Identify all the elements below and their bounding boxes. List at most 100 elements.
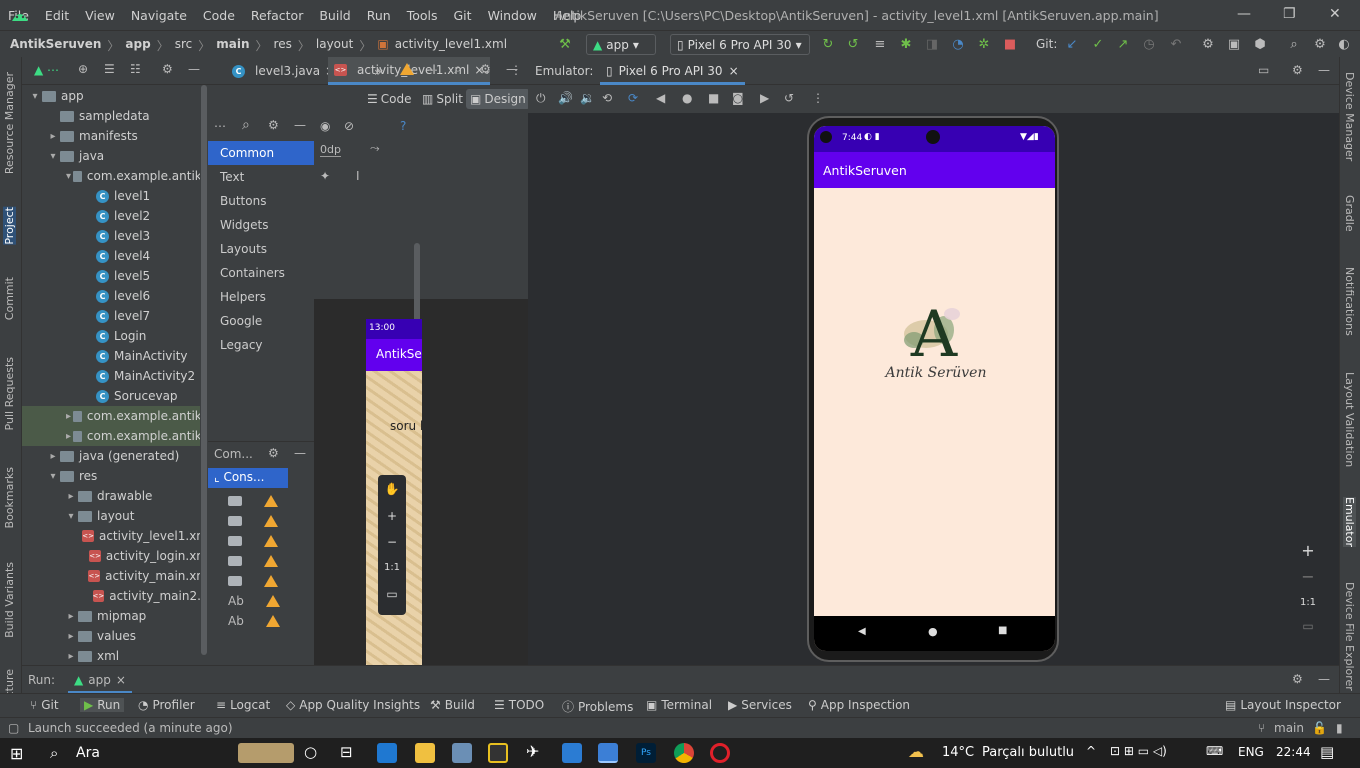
airplane-icon[interactable]: ✈ — [526, 742, 539, 761]
more-icon[interactable]: ⋯ — [214, 119, 226, 133]
tree-item[interactable]: Clevel5 — [22, 266, 208, 286]
palette-category[interactable]: Helpers — [208, 285, 314, 309]
tool-logcat[interactable]: ≡ Logcat — [216, 698, 270, 712]
tree-item[interactable]: ▸ mipmap — [22, 606, 208, 626]
cortana-icon[interactable]: ○ — [304, 743, 317, 761]
tool-git[interactable]: ⑂ Git — [30, 698, 59, 712]
split-mode-button[interactable]: ▥ Split — [418, 89, 467, 109]
warning-icon[interactable] — [264, 555, 278, 567]
search-icon[interactable]: ⌕ — [1286, 37, 1302, 53]
palette-category[interactable]: Google — [208, 309, 314, 333]
menu-edit[interactable]: Edit — [37, 8, 77, 23]
eye-icon[interactable]: ◉ — [320, 119, 330, 133]
hide-icon[interactable]: — — [188, 62, 200, 76]
expanded-arrow-icon[interactable]: ▾ — [64, 511, 78, 522]
locate-icon[interactable]: ⊕ — [78, 62, 88, 76]
zoom-in-icon[interactable]: + — [378, 503, 406, 529]
menu-git[interactable]: Git — [446, 8, 480, 23]
tree-item[interactable]: ▸ com.example.antiks — [22, 426, 208, 446]
android-icon[interactable]: ▲ ⋯ — [34, 63, 59, 77]
tree-item[interactable]: <> activity_login.xm — [22, 546, 208, 566]
tool-run[interactable]: ▶ Run — [80, 698, 125, 712]
tree-item[interactable]: ▸ drawable — [22, 486, 208, 506]
back-icon[interactable]: ◀ — [656, 91, 665, 105]
snapshot-icon[interactable]: ↺ — [784, 91, 794, 105]
tool-app-inspection[interactable]: ⚲ App Inspection — [808, 698, 910, 712]
palette-category[interactable]: Text — [208, 165, 314, 189]
file-explorer-icon[interactable] — [415, 743, 435, 763]
search-icon[interactable]: ⌕ — [454, 61, 462, 77]
zoom-out-icon[interactable]: − — [378, 529, 406, 555]
tool-profiler[interactable]: ◔ Profiler — [138, 698, 195, 712]
windows-start-icon[interactable]: ⊞ — [10, 744, 23, 763]
phone-screen[interactable]: 7:44 ◐ ▮ ▼◢▮ AntikSeruven A Antik Serüve… — [814, 126, 1055, 651]
opera-icon[interactable] — [710, 743, 730, 763]
sdk-manager-icon[interactable]: ⬢ — [1252, 37, 1268, 53]
collapsed-arrow-icon[interactable]: ▸ — [46, 131, 60, 142]
palette-category[interactable]: Common — [208, 141, 314, 165]
palette-category[interactable]: Widgets — [208, 213, 314, 237]
settings-icon[interactable]: ⚙ — [162, 62, 173, 76]
git-commit-icon[interactable]: ✓ — [1090, 37, 1106, 53]
tool-app-quality-insights[interactable]: ◇ App Quality Insights — [286, 698, 420, 712]
tray-icons[interactable]: ⊡ ⊞ ▭ ◁) — [1110, 744, 1167, 758]
tool-resource-manager[interactable]: Resource Manager — [3, 72, 16, 174]
search-icon[interactable]: ⌕ — [242, 117, 250, 133]
hide-icon[interactable]: — — [294, 446, 306, 460]
help-icon[interactable]: ? — [400, 119, 406, 133]
component-tree-item[interactable] — [228, 571, 298, 591]
settings-icon[interactable]: ⚙ — [268, 446, 279, 460]
tree-item[interactable]: Clevel6 — [22, 286, 208, 306]
collapsed-arrow-icon[interactable]: ▸ — [46, 451, 60, 462]
hide-icon[interactable]: — — [294, 118, 306, 132]
tree-item[interactable]: C Login — [22, 326, 208, 346]
chrome-icon[interactable] — [674, 743, 694, 763]
debug-icon[interactable]: ✱ — [898, 37, 914, 53]
crumb-layout[interactable]: layout — [316, 37, 353, 54]
device-manager-icon[interactable]: ▣ — [1226, 37, 1242, 53]
collapsed-arrow-icon[interactable]: ▸ — [64, 611, 78, 622]
tool-notifications[interactable]: Notifications — [1343, 267, 1356, 336]
notifications-icon[interactable]: ▤ — [1320, 743, 1334, 761]
crumb-project[interactable]: AntikSeruven — [10, 37, 101, 54]
git-update-icon[interactable]: ↙ — [1064, 37, 1080, 53]
keyboard-icon[interactable]: ⌨ — [1206, 744, 1223, 758]
tool-bookmarks[interactable]: Bookmarks — [3, 467, 16, 528]
crumb-file[interactable]: activity_level1.xml — [395, 37, 507, 54]
minimize-icon[interactable]: — — [1237, 6, 1251, 22]
android-studio-icon[interactable] — [598, 743, 618, 763]
default-margin-field[interactable]: 0dp — [320, 143, 341, 157]
volume-up-icon[interactable]: 🔊 — [558, 91, 573, 105]
menu-refactor[interactable]: Refactor — [243, 8, 311, 23]
expanded-arrow-icon[interactable]: ▾ — [46, 151, 60, 162]
warning-icon[interactable] — [400, 63, 414, 78]
expanded-arrow-icon[interactable]: ▾ — [28, 91, 42, 102]
component-tree-item[interactable] — [228, 531, 298, 551]
app-icon[interactable] — [488, 743, 508, 763]
weather-temperature[interactable]: 14°C — [942, 745, 974, 760]
tree-item[interactable]: ▸ xml — [22, 646, 208, 666]
more-icon[interactable]: ⋯ — [426, 63, 438, 77]
code-mode-button[interactable]: ☰ Code — [363, 89, 416, 109]
hide-icon[interactable]: — — [1318, 672, 1330, 686]
settings-icon[interactable]: ⚙ — [268, 118, 279, 132]
palette-category[interactable]: Legacy — [208, 333, 314, 357]
tool-problems[interactable]: ⓘ Problems — [562, 698, 633, 715]
history-icon[interactable]: ◷ — [1141, 37, 1157, 53]
attach-icon[interactable]: ◨ — [924, 37, 940, 53]
tree-item[interactable]: ▾ java — [22, 146, 208, 166]
tool-terminal[interactable]: ▣ Terminal — [646, 698, 712, 712]
tool-emulator[interactable]: Emulator — [1343, 497, 1356, 547]
hide-icon[interactable]: — — [506, 62, 518, 76]
magnet-off-icon[interactable]: ⊘ — [344, 119, 354, 133]
tree-item[interactable]: C MainActivity — [22, 346, 208, 366]
tree-item[interactable]: Clevel3 — [22, 226, 208, 246]
tool-device-manager[interactable]: Device Manager — [1343, 72, 1356, 161]
menu-code[interactable]: Code — [195, 8, 243, 23]
volume-down-icon[interactable]: 🔉 — [580, 91, 595, 105]
run-tab[interactable]: ▲ app × — [68, 666, 132, 694]
emulator-device-tab[interactable]: ▯ Pixel 6 Pro API 30 × — [600, 57, 745, 85]
weather-condition[interactable]: Parçalı bulutlu — [982, 745, 1074, 760]
tree-item[interactable]: ▸ java (generated) — [22, 446, 208, 466]
device-select[interactable]: ▯ Pixel 6 Pro API 30 ▾ — [670, 34, 810, 55]
